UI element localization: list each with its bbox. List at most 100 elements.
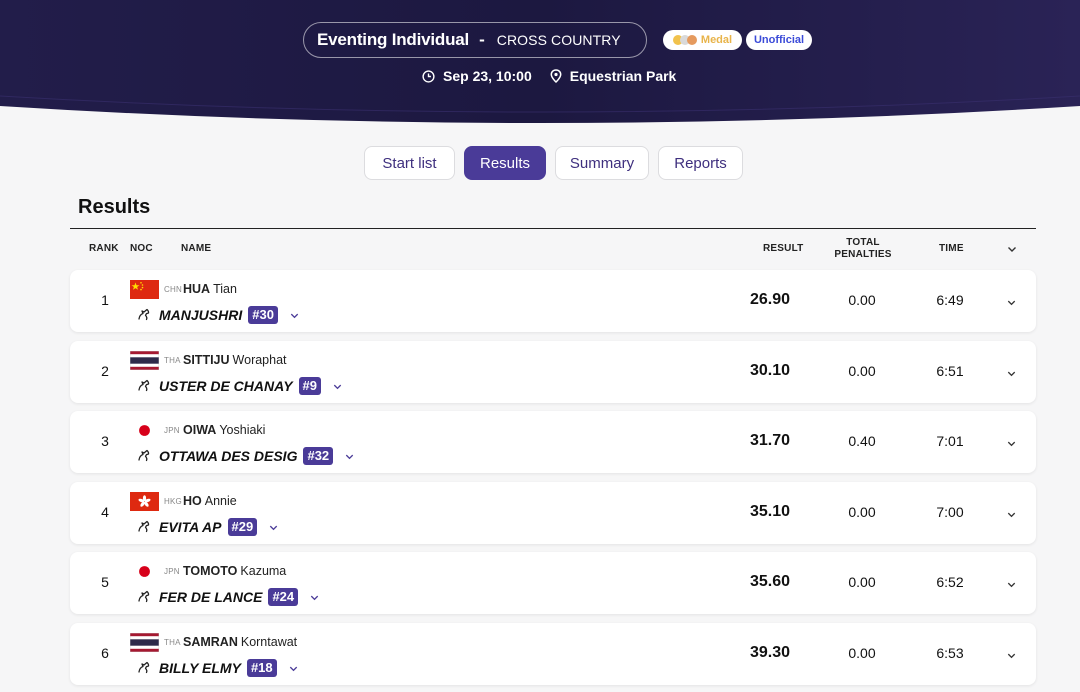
horse-icon — [138, 379, 150, 392]
athlete-first-name: Yoshiaki — [219, 423, 266, 437]
table-row[interactable]: 5 JPN TOMOTO Kazuma FER DE LANCE #24 35.60 0.00… — [70, 552, 1036, 614]
row-expand-toggle[interactable] — [1006, 577, 1017, 595]
result-cell: 26.90 — [749, 291, 791, 308]
penalties-cell: 0.00 — [848, 574, 876, 590]
bib-number: #29 — [227, 518, 258, 536]
horse-name[interactable]: OTTAWA DES DESIG #32 — [159, 447, 355, 465]
athlete-name[interactable]: OIWA Yoshiaki — [183, 423, 265, 437]
horse-icon — [138, 449, 150, 462]
tab-reports[interactable]: Reports — [658, 146, 743, 180]
athlete-last-name: SAMRAN — [183, 635, 238, 649]
chevron-down-icon[interactable] — [289, 310, 300, 321]
bib-number: #24 — [268, 588, 299, 606]
horse-name[interactable]: FER DE LANCE #24 — [159, 588, 320, 606]
horse-name[interactable]: MANJUSHRI #30 — [159, 306, 300, 324]
page-title: Results — [78, 196, 151, 218]
column-header-noc: NOC — [130, 243, 153, 254]
horse-details-toggle[interactable] — [344, 451, 355, 462]
chevron-down-icon[interactable] — [1006, 368, 1017, 379]
noc-code: CHN — [164, 285, 182, 294]
row-expand-toggle[interactable] — [1006, 366, 1017, 384]
expand-all-chevron-icon[interactable] — [1006, 243, 1018, 255]
bib-number: #32 — [303, 447, 334, 465]
horse-icon-wrap — [136, 588, 152, 609]
table-row[interactable]: 3 JPN OIWA Yoshiaki OTTAWA DES DESIG #32 31.70… — [70, 411, 1036, 473]
chevron-down-icon[interactable] — [309, 592, 320, 603]
penalties-cell: 0.40 — [848, 433, 876, 449]
horse-icon — [138, 308, 150, 321]
horse-name-text: MANJUSHRI — [159, 307, 243, 323]
athlete-name[interactable]: SAMRAN Korntawat — [183, 635, 297, 649]
horse-icon-wrap — [136, 447, 152, 468]
athlete-last-name: SITTIJU — [183, 353, 230, 367]
result-cell: 30.10 — [749, 362, 791, 379]
table-row[interactable]: 6 THA SAMRAN Korntawat BILLY ELMY #18 39.30 0.0… — [70, 623, 1036, 685]
header-background — [0, 0, 1080, 123]
table-row[interactable]: 1 CHN HUA Tian MANJUSHRI #30 26.90 0.00 6:49 — [70, 270, 1036, 332]
chevron-down-icon[interactable] — [344, 451, 355, 462]
penalties-cell: 0.00 — [848, 645, 876, 661]
chevron-down-icon[interactable] — [1006, 509, 1017, 520]
row-expand-toggle[interactable] — [1006, 295, 1017, 313]
tab-summary[interactable]: Summary — [555, 146, 649, 180]
rank-cell: 5 — [101, 574, 109, 590]
chevron-down-icon[interactable] — [1006, 297, 1017, 308]
chevron-down-icon[interactable] — [268, 522, 279, 533]
hong-kong-flag-icon — [130, 492, 159, 511]
chevron-down-icon[interactable] — [1006, 650, 1017, 661]
noc-code: HKG — [164, 497, 182, 506]
horse-icon-wrap — [136, 306, 152, 327]
column-header-name: NAME — [181, 243, 212, 254]
athlete-last-name: TOMOTO — [183, 564, 238, 578]
horse-details-toggle[interactable] — [288, 663, 299, 674]
athlete-last-name: OIWA — [183, 423, 217, 437]
rank-cell: 1 — [101, 292, 109, 308]
chevron-down-icon[interactable] — [332, 381, 343, 392]
row-expand-toggle[interactable] — [1006, 648, 1017, 666]
horse-name-text: EVITA AP — [159, 519, 222, 535]
athlete-name[interactable]: TOMOTO Kazuma — [183, 564, 286, 578]
row-expand-toggle[interactable] — [1006, 507, 1017, 525]
chevron-down-icon[interactable] — [288, 663, 299, 674]
title-divider — [70, 228, 1036, 229]
athlete-name[interactable]: HO Annie — [183, 494, 237, 508]
horse-name[interactable]: USTER DE CHANAY #9 — [159, 377, 343, 395]
athlete-last-name: HUA — [183, 282, 211, 296]
time-cell: 7:01 — [936, 433, 964, 449]
athlete-name[interactable]: SITTIJU Woraphat — [183, 353, 287, 367]
noc-code: JPN — [164, 426, 180, 435]
horse-name[interactable]: EVITA AP #29 — [159, 518, 279, 536]
horse-details-toggle[interactable] — [268, 522, 279, 533]
chevron-down-icon[interactable] — [1006, 438, 1017, 449]
japan-flag-icon — [130, 562, 159, 581]
column-header-time: TIME — [939, 243, 964, 254]
column-header-result: RESULT — [763, 243, 804, 254]
table-row[interactable]: 4 HKG HO Annie EVITA AP #29 35.10 0.00 7:00 — [70, 482, 1036, 544]
noc-code: JPN — [164, 567, 180, 576]
horse-icon-wrap — [136, 518, 152, 539]
horse-icon — [138, 520, 150, 533]
horse-name-text: USTER DE CHANAY — [159, 378, 293, 394]
athlete-first-name: Annie — [204, 494, 237, 508]
china-flag-icon — [130, 280, 159, 299]
horse-details-toggle[interactable] — [332, 381, 343, 392]
athlete-first-name: Kazuma — [240, 564, 287, 578]
bib-number: #30 — [248, 306, 278, 324]
time-cell: 6:53 — [936, 645, 964, 661]
column-header-penalties-line1: TOTAL — [846, 237, 880, 248]
horse-name[interactable]: BILLY ELMY #18 — [159, 659, 299, 677]
row-expand-toggle[interactable] — [1006, 436, 1017, 454]
horse-icon — [138, 661, 150, 674]
event-venue: Equestrian Park — [550, 68, 676, 84]
chevron-down-icon[interactable] — [1006, 579, 1017, 590]
unofficial-badge: Unofficial — [746, 30, 812, 50]
table-row[interactable]: 2 THA SITTIJU Woraphat USTER DE CHANAY #9 30.1… — [70, 341, 1036, 403]
time-cell: 6:49 — [936, 292, 964, 308]
horse-details-toggle[interactable] — [289, 310, 300, 321]
event-meta: Sep 23, 10:00 Equestrian Park — [422, 66, 694, 86]
horse-icon — [138, 590, 150, 603]
tab-results[interactable]: Results — [464, 146, 546, 180]
athlete-name[interactable]: HUA Tian — [183, 282, 237, 296]
tab-start-list[interactable]: Start list — [364, 146, 455, 180]
horse-details-toggle[interactable] — [309, 592, 320, 603]
